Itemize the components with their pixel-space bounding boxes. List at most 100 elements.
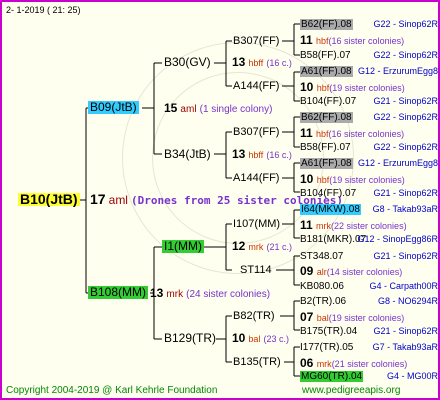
leaf-queen[interactable]: B104(FF).07 xyxy=(300,188,356,199)
leaf-queen-origin: G12 - SinopEgg86R xyxy=(357,234,438,244)
leaf-queen-origin: G21 - Sinop62R xyxy=(373,188,438,198)
leaf-drones: 11 mrk(22 sister colonies) xyxy=(300,219,438,233)
drone-count: 13 xyxy=(150,286,164,300)
leaf-queen-row[interactable]: MG60(TR).04 G4 - MG00R xyxy=(300,370,438,383)
leaf-queen-origin: G21 - Sinop62R xyxy=(373,96,438,106)
leaf-queen-origin: G21 - Sinop62R xyxy=(373,251,438,261)
ancestor-queen[interactable]: ST114 xyxy=(240,264,272,277)
drone-note: (19 sister colonies) xyxy=(329,83,405,93)
drone-note: (22 sister colonies) xyxy=(331,221,407,231)
parent-drone-queen-drones: 13 mrk (24 sister colonies) xyxy=(150,287,270,301)
drone-count: 13 xyxy=(232,147,246,161)
leaf-queen[interactable]: I177(TR).05 xyxy=(300,342,353,353)
drone-count: 09 xyxy=(300,264,317,278)
drone-note: (16 c.) xyxy=(266,150,292,160)
leaf-queen-origin: G22 - Sinop62R xyxy=(373,112,438,122)
l3-drones: 13 hbff (16 c.) xyxy=(232,56,292,70)
drone-note: (23 c.) xyxy=(263,334,290,344)
leaf-queen-row[interactable]: I64(MKW).08 G8 - Takab93aR xyxy=(300,203,438,216)
leaf-queen[interactable]: A61(FF).08 xyxy=(300,158,353,169)
parent-drone-queen[interactable]: B108(MM) xyxy=(88,286,149,299)
leaf-queen[interactable]: KB080.06 xyxy=(300,281,344,292)
leaf-queen-row[interactable]: ST348.07 G21 - Sinop62R xyxy=(300,250,438,263)
leaf-queen[interactable]: B62(FF).08 xyxy=(300,112,353,123)
ancestor-queen[interactable]: B135(TR) xyxy=(233,356,281,369)
drone-count: 11 xyxy=(300,126,317,140)
drone-suffix: mrk xyxy=(316,221,332,231)
leaf-queen-row[interactable]: B62(FF).08 G22 - Sinop62R xyxy=(300,18,438,31)
drone-suffix: mrk xyxy=(248,242,264,252)
ancestor-queen[interactable]: I107(MM) xyxy=(233,218,280,231)
drone-note: (14 sister colonies) xyxy=(326,267,403,277)
ancestor-queen[interactable]: B82(TR) xyxy=(233,310,275,323)
ancestor-queen[interactable]: B307(FF) xyxy=(233,35,279,48)
l3-drones: 12 mrk (21 c.) xyxy=(232,240,292,254)
drone-count: 10 xyxy=(300,172,317,186)
drone-suffix: bal xyxy=(316,313,329,323)
drone-note: (21 c.) xyxy=(266,242,292,252)
drone-suffix: hbff xyxy=(248,150,264,160)
grandparent-queen[interactable]: B30(GV) xyxy=(164,56,211,69)
drone-count: 11 xyxy=(300,33,317,47)
leaf-queen-row[interactable]: I177(TR).05 G7 - Takab93aR xyxy=(300,341,438,354)
leaf-queen-row[interactable]: B62(FF).08 G22 - Sinop62R xyxy=(300,111,438,124)
root-drone-count: 17 xyxy=(90,191,106,207)
leaf-queen[interactable]: B104(FF).07 xyxy=(300,96,356,107)
leaf-drones: 10 hbf(19 sister colonies) xyxy=(300,81,438,95)
parent-queen[interactable]: B09(JtB) xyxy=(88,101,139,114)
drone-suffix: mrk xyxy=(316,359,332,369)
leaf-queen-origin: G8 - NO6294R xyxy=(377,296,438,306)
l3-drones: 13 hbff (16 c.) xyxy=(232,148,292,162)
leaf-queen[interactable]: ST348.07 xyxy=(300,251,343,262)
leaf-queen-row[interactable]: A61(FF).08 G12 - ErzurumEgg8 xyxy=(300,157,438,170)
drone-note: (16 c.) xyxy=(266,58,292,68)
leaf-queen[interactable]: B58(FF).07 xyxy=(300,50,351,61)
leaf-drones: 06 mrk(21 sister colonies) xyxy=(300,357,438,371)
pedigree-chart: 2- 1-2019 ( 21: 25) B10(JtB) 17 aml (Dro… xyxy=(0,0,440,400)
date-stamp: 2- 1-2019 ( 21: 25) xyxy=(6,5,81,15)
leaf-queen-origin: G4 - MG00R xyxy=(386,371,438,381)
leaf-queen[interactable]: A61(FF).08 xyxy=(300,66,353,77)
grandparent-queen[interactable]: I1(MM) xyxy=(162,240,204,253)
leaf-queen[interactable]: B58(FF).07 xyxy=(300,142,351,153)
ancestor-queen[interactable]: A144(FF) xyxy=(233,172,279,185)
drone-suffix: bal xyxy=(248,334,261,344)
leaf-queen[interactable]: B62(FF).08 xyxy=(300,19,353,30)
root-queen[interactable]: B10(JtB) xyxy=(18,192,80,206)
leaf-queen[interactable]: B181(MKR).07 xyxy=(300,234,366,245)
leaf-queen-row[interactable]: B58(FF).07 G22 - Sinop62R xyxy=(300,141,438,154)
grandparent-queen[interactable]: B34(JtB) xyxy=(164,148,211,161)
leaf-queen-row[interactable]: B104(FF).07 G21 - Sinop62R xyxy=(300,187,438,200)
drone-suffix: hbf xyxy=(316,129,329,139)
leaf-queen-row[interactable]: B175(TR).04 G21 - Sinop62R xyxy=(300,325,438,338)
leaf-queen-row[interactable]: B181(MKR).07 G12 - SinopEgg86R xyxy=(300,233,438,246)
drone-count: 13 xyxy=(232,55,246,69)
ancestor-queen[interactable]: B307(FF) xyxy=(233,126,279,139)
leaf-queen[interactable]: B175(TR).04 xyxy=(300,326,357,337)
drone-suffix: hbf xyxy=(316,175,330,185)
leaf-drones: 09 alr(14 sister colonies) xyxy=(300,265,438,279)
drone-suffix: aml xyxy=(180,104,197,115)
ancestor-queen[interactable]: A144(FF) xyxy=(233,80,279,93)
leaf-queen-row[interactable]: B104(FF).07 G21 - Sinop62R xyxy=(300,95,438,108)
leaf-queen-origin: G4 - Carpath00R xyxy=(369,281,438,291)
drone-count: 10 xyxy=(232,331,246,345)
leaf-drones: 07 bal(19 sister colonies) xyxy=(300,311,438,325)
leaf-queen-row[interactable]: KB080.06 G4 - Carpath00R xyxy=(300,280,438,293)
leaf-queen-row[interactable]: B2(TR).06 G8 - NO6294R xyxy=(300,295,438,308)
leaf-queen-row[interactable]: A61(FF).08 G12 - ErzurumEgg8 xyxy=(300,65,438,78)
drone-suffix: hbff xyxy=(248,58,264,68)
grandparent-queen[interactable]: B129(TR) xyxy=(164,332,216,345)
leaf-drones: 11 hbf(16 sister colonies) xyxy=(300,127,438,141)
drone-suffix: hbf xyxy=(316,36,329,46)
leaf-queen[interactable]: I64(MKW).08 xyxy=(300,204,361,215)
leaf-queen-row[interactable]: B58(FF).07 G22 - Sinop62R xyxy=(300,49,438,62)
leaf-queen[interactable]: MG60(TR).04 xyxy=(300,371,364,382)
leaf-queen[interactable]: B2(TR).06 xyxy=(300,296,346,307)
drone-note: (19 sister colonies) xyxy=(328,313,405,323)
drone-note: (19 sister colonies) xyxy=(329,175,405,185)
site-url[interactable]: www.pedigreeapis.org xyxy=(302,384,400,397)
leaf-queen-origin: G21 - Sinop62R xyxy=(373,326,438,336)
drone-suffix: alr xyxy=(316,267,327,277)
drone-count: 11 xyxy=(300,218,317,232)
